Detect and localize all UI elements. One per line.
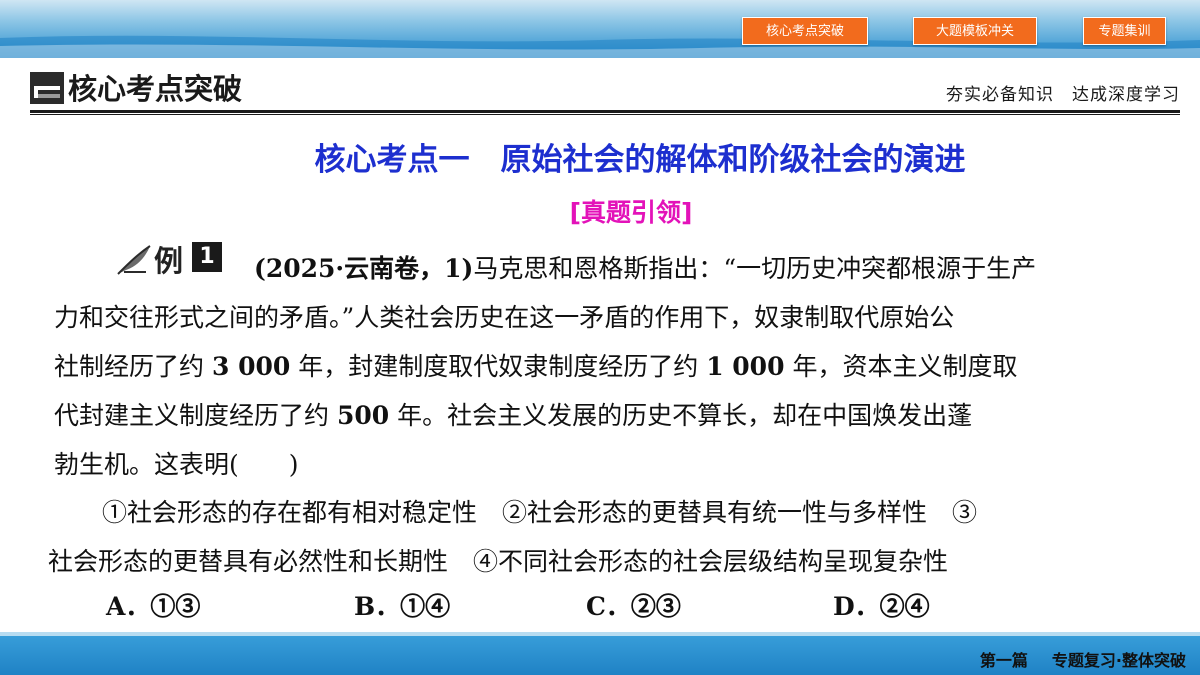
footer-breadcrumb: 第一篇 专题复习·整体突破 — [956, 647, 1186, 671]
nav-core-points-button[interactable]: 核心考点突破 — [742, 17, 868, 45]
footer-part: 第一篇 — [979, 651, 1028, 670]
choice-b[interactable]: B．①④ — [354, 587, 450, 623]
stem-line-5: 勃生机。这表明( ) — [54, 450, 299, 479]
stem-line-1: (2025·云南卷，1)马克思和恩格斯指出：“一切历史冲突都根源于生产 — [254, 254, 1037, 283]
section-header: 核心考点突破 夯实必备知识 达成深度学习 — [30, 70, 1180, 110]
section-divider-thin — [30, 114, 1180, 115]
stem-line-4: 代封建主义制度经历了约 500 年。社会主义发展的历史不算长，却在中国焕发出蓬 — [54, 401, 973, 430]
choice-a[interactable]: A．①③ — [106, 587, 200, 623]
section-block-icon — [30, 72, 64, 104]
footer-stripe — [0, 632, 1200, 636]
footer-bar: 第一篇 专题复习·整体突破 — [0, 632, 1200, 675]
top-header-strip: 核心考点突破 大题模板冲关 专题集训 — [0, 0, 1200, 58]
section-title: 核心考点突破 — [68, 72, 243, 106]
footer-topic: 专题复习·整体突破 — [1051, 651, 1186, 670]
answer-choices: A．①③ B．①④ C．②③ D．②④ — [106, 587, 1106, 627]
nav-big-question-template-button[interactable]: 大题模板冲关 — [913, 17, 1037, 45]
question-source: (2025·云南卷，1) — [254, 254, 474, 283]
page-title: 核心考点一 原始社会的解体和阶级社会的演进 — [314, 142, 966, 178]
statement-line-2: 社会形态的更替具有必然性和长期性 ④不同社会形态的社会层级结构呈现复杂性 — [48, 547, 949, 576]
nav-topic-training-button[interactable]: 专题集训 — [1083, 17, 1166, 45]
statement-line-1: ①社会形态的存在都有相对稳定性 ②社会形态的更替具有统一性与多样性 ③ — [102, 498, 978, 527]
stem-line-3: 社制经历了约 3 000 年，封建制度取代奴隶制度经历了约 1 000 年，资本… — [54, 352, 1018, 381]
choice-d[interactable]: D．②④ — [833, 587, 930, 623]
section-divider — [30, 110, 1180, 113]
section-subtitle: 夯实必备知识 达成深度学习 — [946, 85, 1180, 105]
question-stem: (2025·云南卷，1)马克思和恩格斯指出：“一切历史冲突都根源于生产 力和交往… — [54, 244, 1154, 489]
section-tag: [真题引领] — [569, 198, 693, 227]
stem-line-2: 力和交往形式之间的矛盾。”人类社会历史在这一矛盾的作用下，奴隶制取代原始公 — [54, 303, 955, 332]
statement-list: ①社会形态的存在都有相对稳定性 ②社会形态的更替具有统一性与多样性 ③ 社会形态… — [48, 488, 1178, 586]
choice-c[interactable]: C．②③ — [586, 587, 681, 623]
